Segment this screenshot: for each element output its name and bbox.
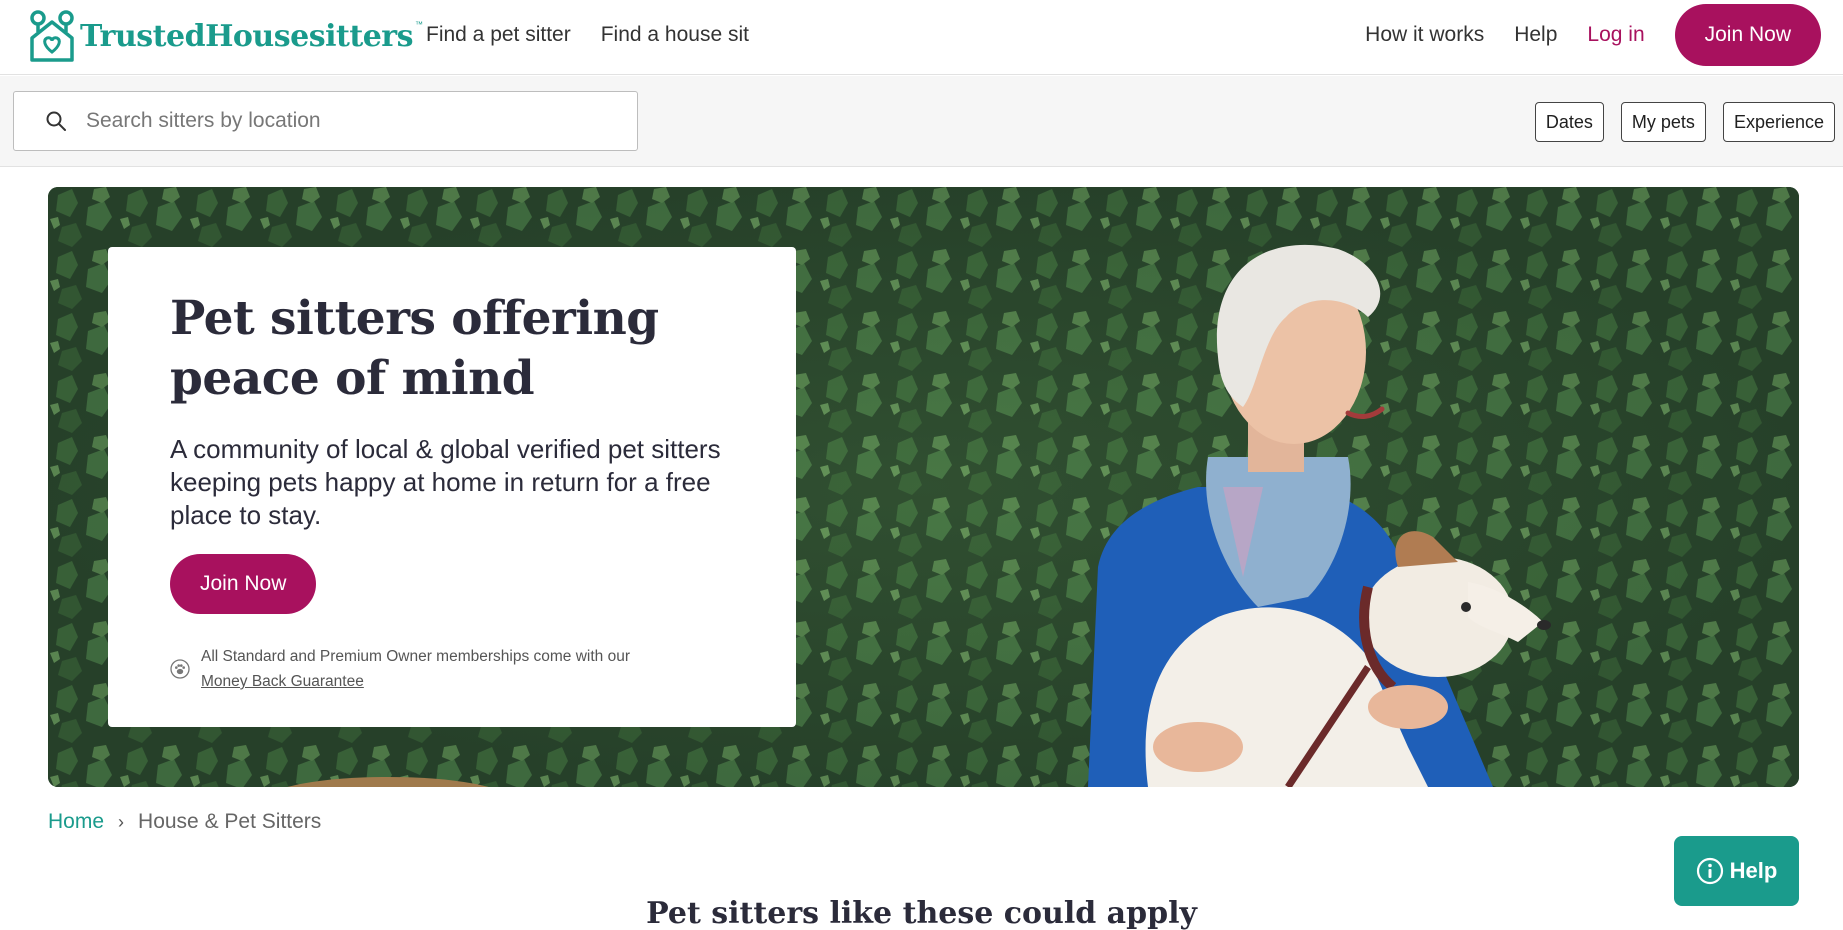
info-icon [1696,857,1723,885]
hero-join-button[interactable]: Join Now [170,554,317,614]
house-pet-logo-icon [30,10,74,62]
money-back-guarantee-link[interactable]: Money Back Guarantee [201,673,364,690]
top-header: TrustedHousesitters ™ Find a pet sitter … [0,0,1843,75]
trademark-mark: ™ [415,20,423,29]
logo-link[interactable]: TrustedHousesitters ™ [28,10,423,62]
breadcrumb: Home › House & Pet Sitters [48,810,321,834]
secondary-nav: How it works Help Log in Join Now [1365,0,1821,70]
search-box[interactable] [13,91,638,151]
floating-help-button[interactable]: Help [1674,836,1799,906]
nav-find-house-sit[interactable]: Find a house sit [601,23,749,47]
filter-group: Dates My pets Experience [1534,102,1835,142]
nav-how-it-works[interactable]: How it works [1365,23,1484,47]
primary-nav: Find a pet sitter Find a house sit [426,0,749,70]
breadcrumb-home-link[interactable]: Home [48,810,104,834]
help-button-label: Help [1729,858,1778,883]
search-icon [46,111,66,131]
hero-banner: Pet sitters offering peace of mind A com… [48,187,1799,787]
chevron-right-icon: › [118,811,125,832]
search-input[interactable] [86,109,606,133]
breadcrumb-current: House & Pet Sitters [138,810,322,833]
hero-title-line-1: Pet sitters offering [170,291,659,346]
hero-subtitle: A community of local & global verified p… [170,434,721,530]
paw-badge-icon [170,659,190,679]
hero-title-line-2: peace of mind [170,351,535,406]
nav-help[interactable]: Help [1514,23,1557,47]
money-back-guarantee-note: All Standard and Premium Owner membershi… [170,644,734,694]
filter-my-pets-button[interactable]: My pets [1620,102,1706,142]
search-bar-row: Dates My pets Experience [0,76,1843,167]
filter-experience-button[interactable]: Experience [1722,102,1835,142]
nav-find-pet-sitter[interactable]: Find a pet sitter [426,23,571,47]
hero-card: Pet sitters offering peace of mind A com… [108,247,796,727]
filter-dates-button[interactable]: Dates [1534,102,1604,142]
section-title: Pet sitters like these could apply [646,896,1197,930]
nav-login[interactable]: Log in [1587,23,1644,47]
logo-text: TrustedHousesitters [80,18,414,54]
header-join-button[interactable]: Join Now [1674,4,1821,66]
guarantee-text-block: All Standard and Premium Owner membershi… [201,644,630,694]
guarantee-text: All Standard and Premium Owner membershi… [201,648,631,665]
hero-title: Pet sitters offering peace of mind [170,289,734,409]
